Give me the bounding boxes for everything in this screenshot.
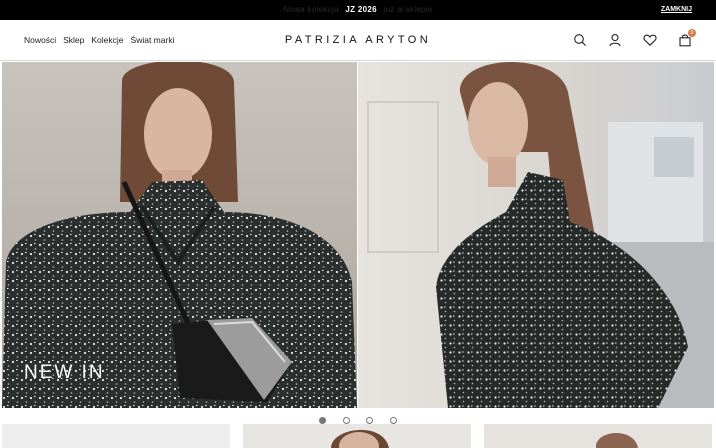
nav-item-shop[interactable]: Sklep bbox=[63, 35, 84, 45]
hero-carousel[interactable]: NEW IN bbox=[2, 62, 714, 408]
product-tile-1[interactable] bbox=[2, 424, 230, 448]
carousel-dot-1[interactable] bbox=[319, 417, 327, 424]
announcement-suffix: już w sklepie bbox=[383, 5, 433, 14]
search-icon[interactable] bbox=[573, 33, 587, 47]
product-tile-2[interactable] bbox=[243, 424, 471, 448]
announcement-bar: Nowa kolekcja JZ 2026 już w sklepie ZAMK… bbox=[0, 0, 716, 20]
announcement-prefix: Nowa kolekcja bbox=[283, 5, 339, 14]
nav-item-new[interactable]: Nowości bbox=[24, 35, 56, 45]
announcement-text: Nowa kolekcja JZ 2026 już w sklepie bbox=[0, 0, 716, 20]
product-photo-2 bbox=[331, 429, 389, 448]
hero-image-right bbox=[358, 62, 714, 408]
nav-item-collections[interactable]: Kolekcje bbox=[91, 35, 123, 45]
account-icon[interactable] bbox=[608, 33, 622, 47]
hero-caption[interactable]: NEW IN bbox=[24, 362, 105, 384]
cart-count-badge: 0 bbox=[688, 29, 696, 37]
close-announcement-button[interactable]: ZAMKNIJ bbox=[661, 0, 692, 20]
carousel-dot-3[interactable] bbox=[366, 417, 374, 424]
carousel-dot-2[interactable] bbox=[342, 417, 350, 424]
nav-item-brand-world[interactable]: Świat marki bbox=[131, 35, 175, 45]
carousel-dot-4[interactable] bbox=[389, 417, 397, 424]
hero-image-left: NEW IN bbox=[2, 62, 357, 408]
announcement-highlight: JZ 2026 bbox=[345, 5, 377, 14]
product-photo-3 bbox=[595, 432, 638, 448]
main-nav: Nowości Sklep Kolekcje Świat marki bbox=[24, 20, 181, 60]
model-photo-right bbox=[367, 62, 714, 408]
bag-icon[interactable]: 0 bbox=[678, 29, 696, 47]
carousel-dots bbox=[0, 411, 716, 424]
product-tile-3[interactable] bbox=[484, 424, 712, 448]
model-photo-left bbox=[2, 62, 357, 408]
wishlist-icon[interactable] bbox=[643, 33, 657, 47]
site-header: Nowości Sklep Kolekcje Świat marki PATRI… bbox=[0, 20, 716, 61]
header-icons: 0 bbox=[552, 20, 696, 60]
